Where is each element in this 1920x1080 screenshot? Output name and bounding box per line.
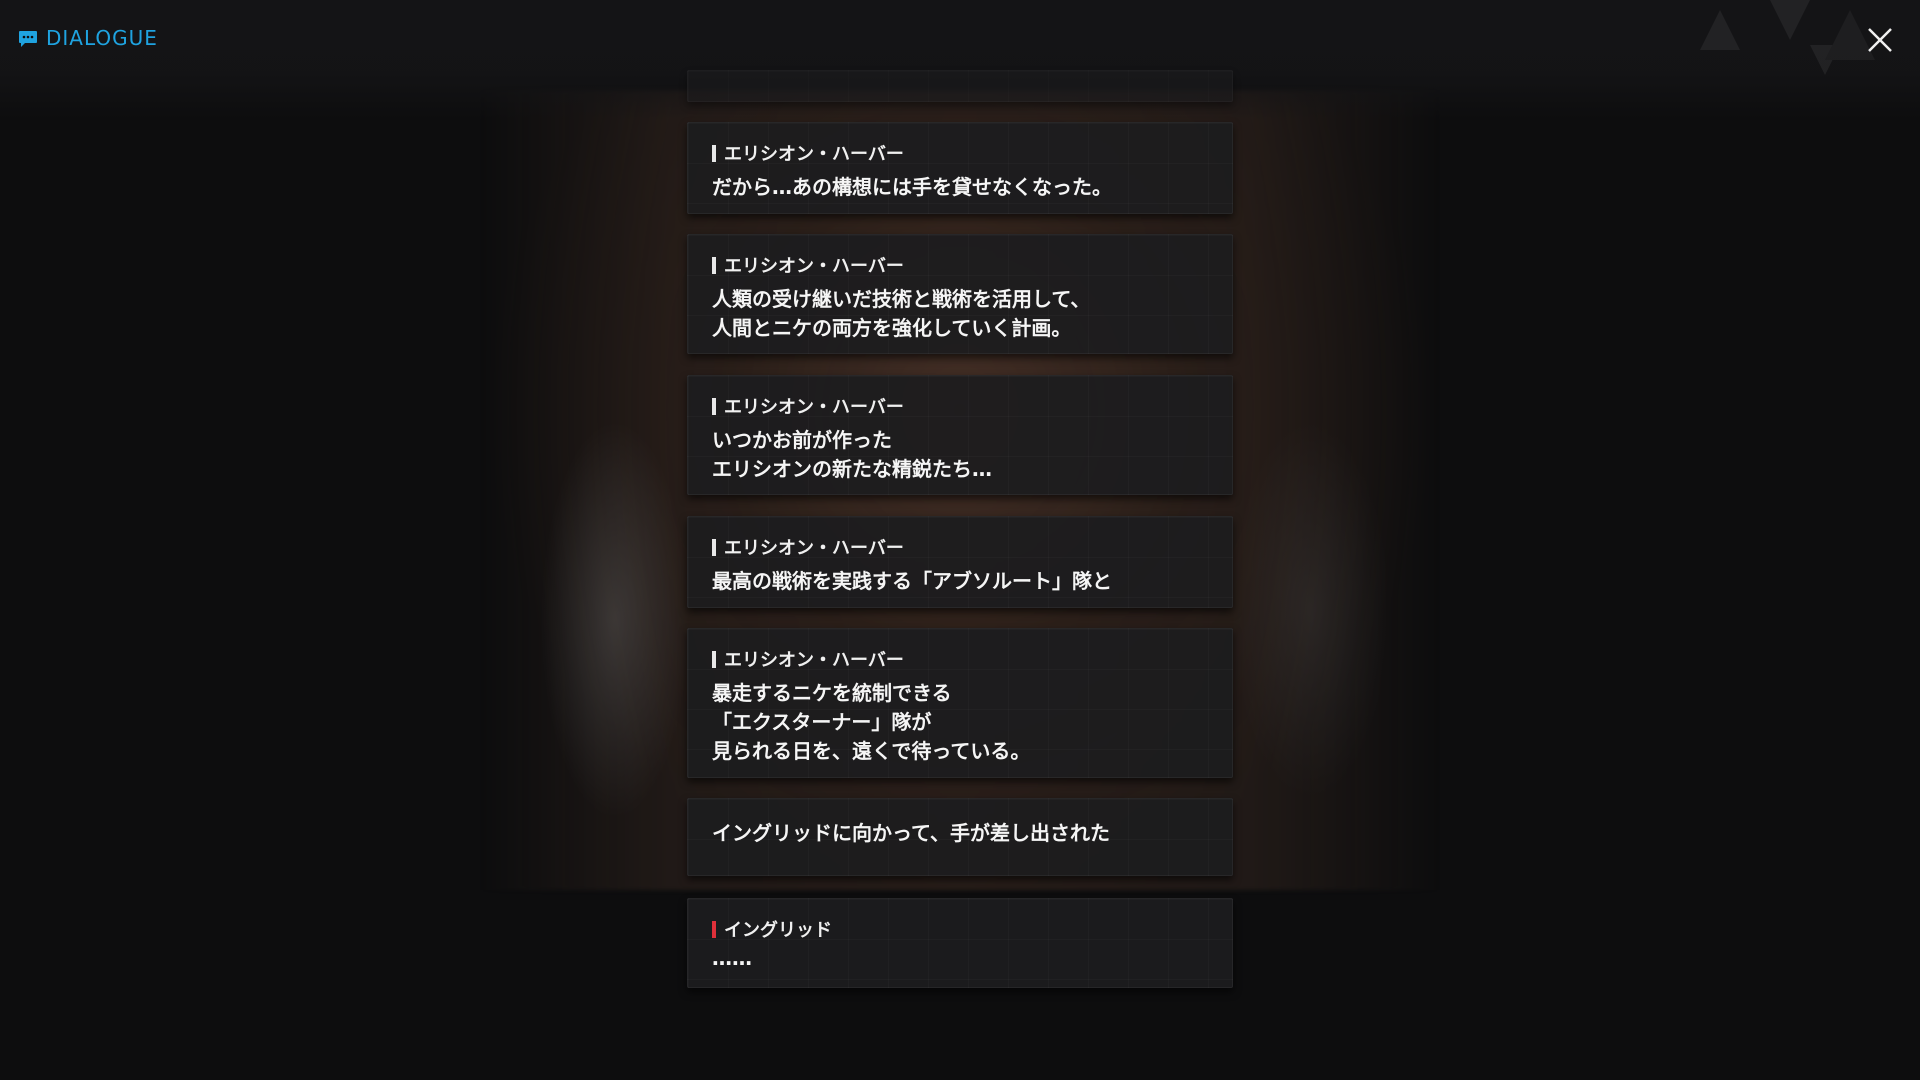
speaker-name: エリシオン・ハーバー	[712, 393, 1208, 419]
speaker-marker	[712, 650, 716, 668]
dialogue-card: エリシオン・ハーバー 最高の戦術を実践する「アブソルート」隊と	[687, 516, 1233, 608]
dialogue-text: だから…あの構想には手を貸せなくなった。	[712, 175, 1112, 199]
narration-card: イングリッドに向かって、手が差し出された	[687, 798, 1233, 876]
dialogue-title: DIALOGUE	[18, 26, 158, 50]
dialogue-text: 暴走するニケを統制できる 「エクスターナー」隊が 見られる日を、遠くで待っている…	[712, 681, 1031, 763]
dialogue-title-label: DIALOGUE	[46, 26, 158, 50]
speaker-name: エリシオン・ハーバー	[712, 646, 1208, 672]
speaker-marker	[712, 397, 716, 415]
speaker-marker	[712, 256, 716, 274]
dialogue-text: いつかお前が作った エリシオンの新たな精鋭たち…	[712, 428, 992, 481]
dialogue-card: イングリッド ……	[687, 898, 1233, 988]
dialogue-card: エリシオン・ハーバー いつかお前が作った エリシオンの新たな精鋭たち…	[687, 375, 1233, 495]
dialogue-card-partial	[687, 70, 1233, 102]
dialogue-text: 最高の戦術を実践する「アブソルート」隊と	[712, 569, 1112, 593]
speaker-marker	[712, 144, 716, 162]
close-button[interactable]	[1864, 24, 1896, 56]
top-bar: DIALOGUE	[0, 0, 1920, 120]
close-icon	[1868, 28, 1892, 52]
speaker-name: エリシオン・ハーバー	[712, 534, 1208, 560]
speaker-marker	[712, 538, 716, 556]
chat-bubble-icon	[18, 29, 38, 47]
dialogue-text: 人類の受け継いだ技術と戦術を活用して、 人間とニケの両方を強化していく計画。	[712, 287, 1091, 340]
decorative-triangles	[1700, 0, 1875, 75]
dialogue-text: ……	[712, 946, 752, 970]
background-figure-left	[540, 420, 690, 820]
dialogue-card: エリシオン・ハーバー 人類の受け継いだ技術と戦術を活用して、 人間とニケの両方を…	[687, 234, 1233, 354]
speaker-name: エリシオン・ハーバー	[712, 140, 1208, 166]
background-figure-right	[1230, 420, 1390, 800]
speaker-name: イングリッド	[712, 916, 1208, 942]
speaker-marker	[712, 920, 716, 938]
speaker-name: エリシオン・ハーバー	[712, 252, 1208, 278]
narration-text: イングリッドに向かって、手が差し出された	[712, 821, 1110, 845]
dialogue-card: エリシオン・ハーバー だから…あの構想には手を貸せなくなった。	[687, 122, 1233, 214]
dialogue-card: エリシオン・ハーバー 暴走するニケを統制できる 「エクスターナー」隊が 見られる…	[687, 628, 1233, 778]
